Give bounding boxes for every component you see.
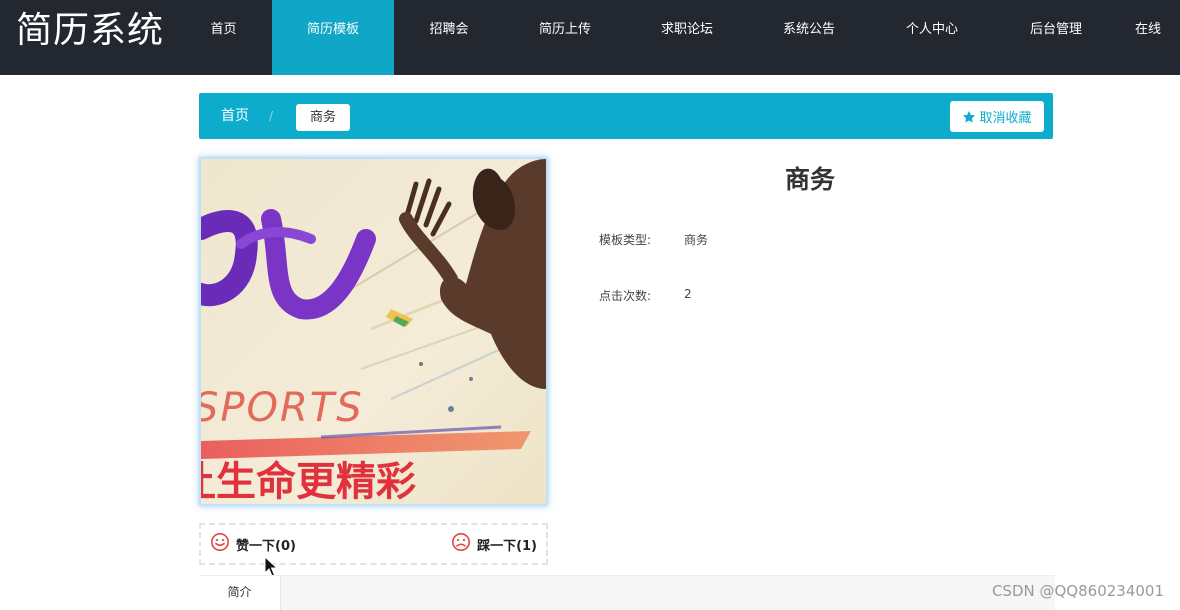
like-button[interactable]: 赞一下(0) <box>210 525 296 563</box>
vote-row: 赞一下(0) 踩一下(1) <box>199 523 548 565</box>
nav-item-online[interactable]: 在线 <box>1118 0 1178 75</box>
breadcrumb-current: 商务 <box>296 104 350 131</box>
poster-slogan-text: 让生命更精彩 <box>201 459 416 504</box>
nav-item-personal-center[interactable]: 个人中心 <box>870 0 994 75</box>
frown-icon <box>451 532 471 556</box>
template-type-value: 商务 <box>684 233 709 247</box>
nav-item-announcements[interactable]: 系统公告 <box>748 0 870 75</box>
tab-intro[interactable]: 简介 <box>199 576 281 610</box>
breadcrumb: 首页 / 商务 取消收藏 <box>199 93 1053 139</box>
dislike-button[interactable]: 踩一下(1) <box>451 525 537 563</box>
nav-item-resume-upload[interactable]: 简历上传 <box>504 0 626 75</box>
unfavorite-button[interactable]: 取消收藏 <box>950 101 1044 132</box>
breadcrumb-home-link[interactable]: 首页 <box>221 93 249 139</box>
template-title: 商务 <box>784 165 835 194</box>
template-poster-image: SPORTS 让生命更精彩 <box>199 157 548 506</box>
unfavorite-label: 取消收藏 <box>979 111 1032 126</box>
nav-item-resume-templates[interactable]: 简历模板 <box>272 0 394 75</box>
nav-item-job-forum[interactable]: 求职论坛 <box>626 0 748 75</box>
click-count-value: 2 <box>684 287 692 301</box>
dislike-label: 踩一下(1) <box>477 538 537 554</box>
breadcrumb-separator: / <box>269 109 274 123</box>
star-icon <box>962 110 976 124</box>
detail-tabs: 简介 <box>199 575 1055 610</box>
csdn-watermark: CSDN @QQ860234001 <box>991 582 1164 600</box>
smile-icon <box>210 532 230 556</box>
poster-sports-text: SPORTS <box>201 385 364 431</box>
template-type-label: 模板类型: <box>599 233 652 247</box>
top-navbar: 简历系统 首页 简历模板 招聘会 简历上传 求职论坛 系统公告 个人中心 后台管… <box>0 0 1180 75</box>
main-nav: 首页 简历模板 招聘会 简历上传 求职论坛 系统公告 个人中心 后台管理 在线 <box>175 0 1178 75</box>
like-label: 赞一下(0) <box>236 538 296 554</box>
click-count-label: 点击次数: <box>599 289 652 303</box>
nav-item-home[interactable]: 首页 <box>175 0 272 75</box>
nav-item-admin[interactable]: 后台管理 <box>994 0 1118 75</box>
brand-logo[interactable]: 简历系统 <box>16 8 164 54</box>
nav-item-job-fair[interactable]: 招聘会 <box>394 0 504 75</box>
